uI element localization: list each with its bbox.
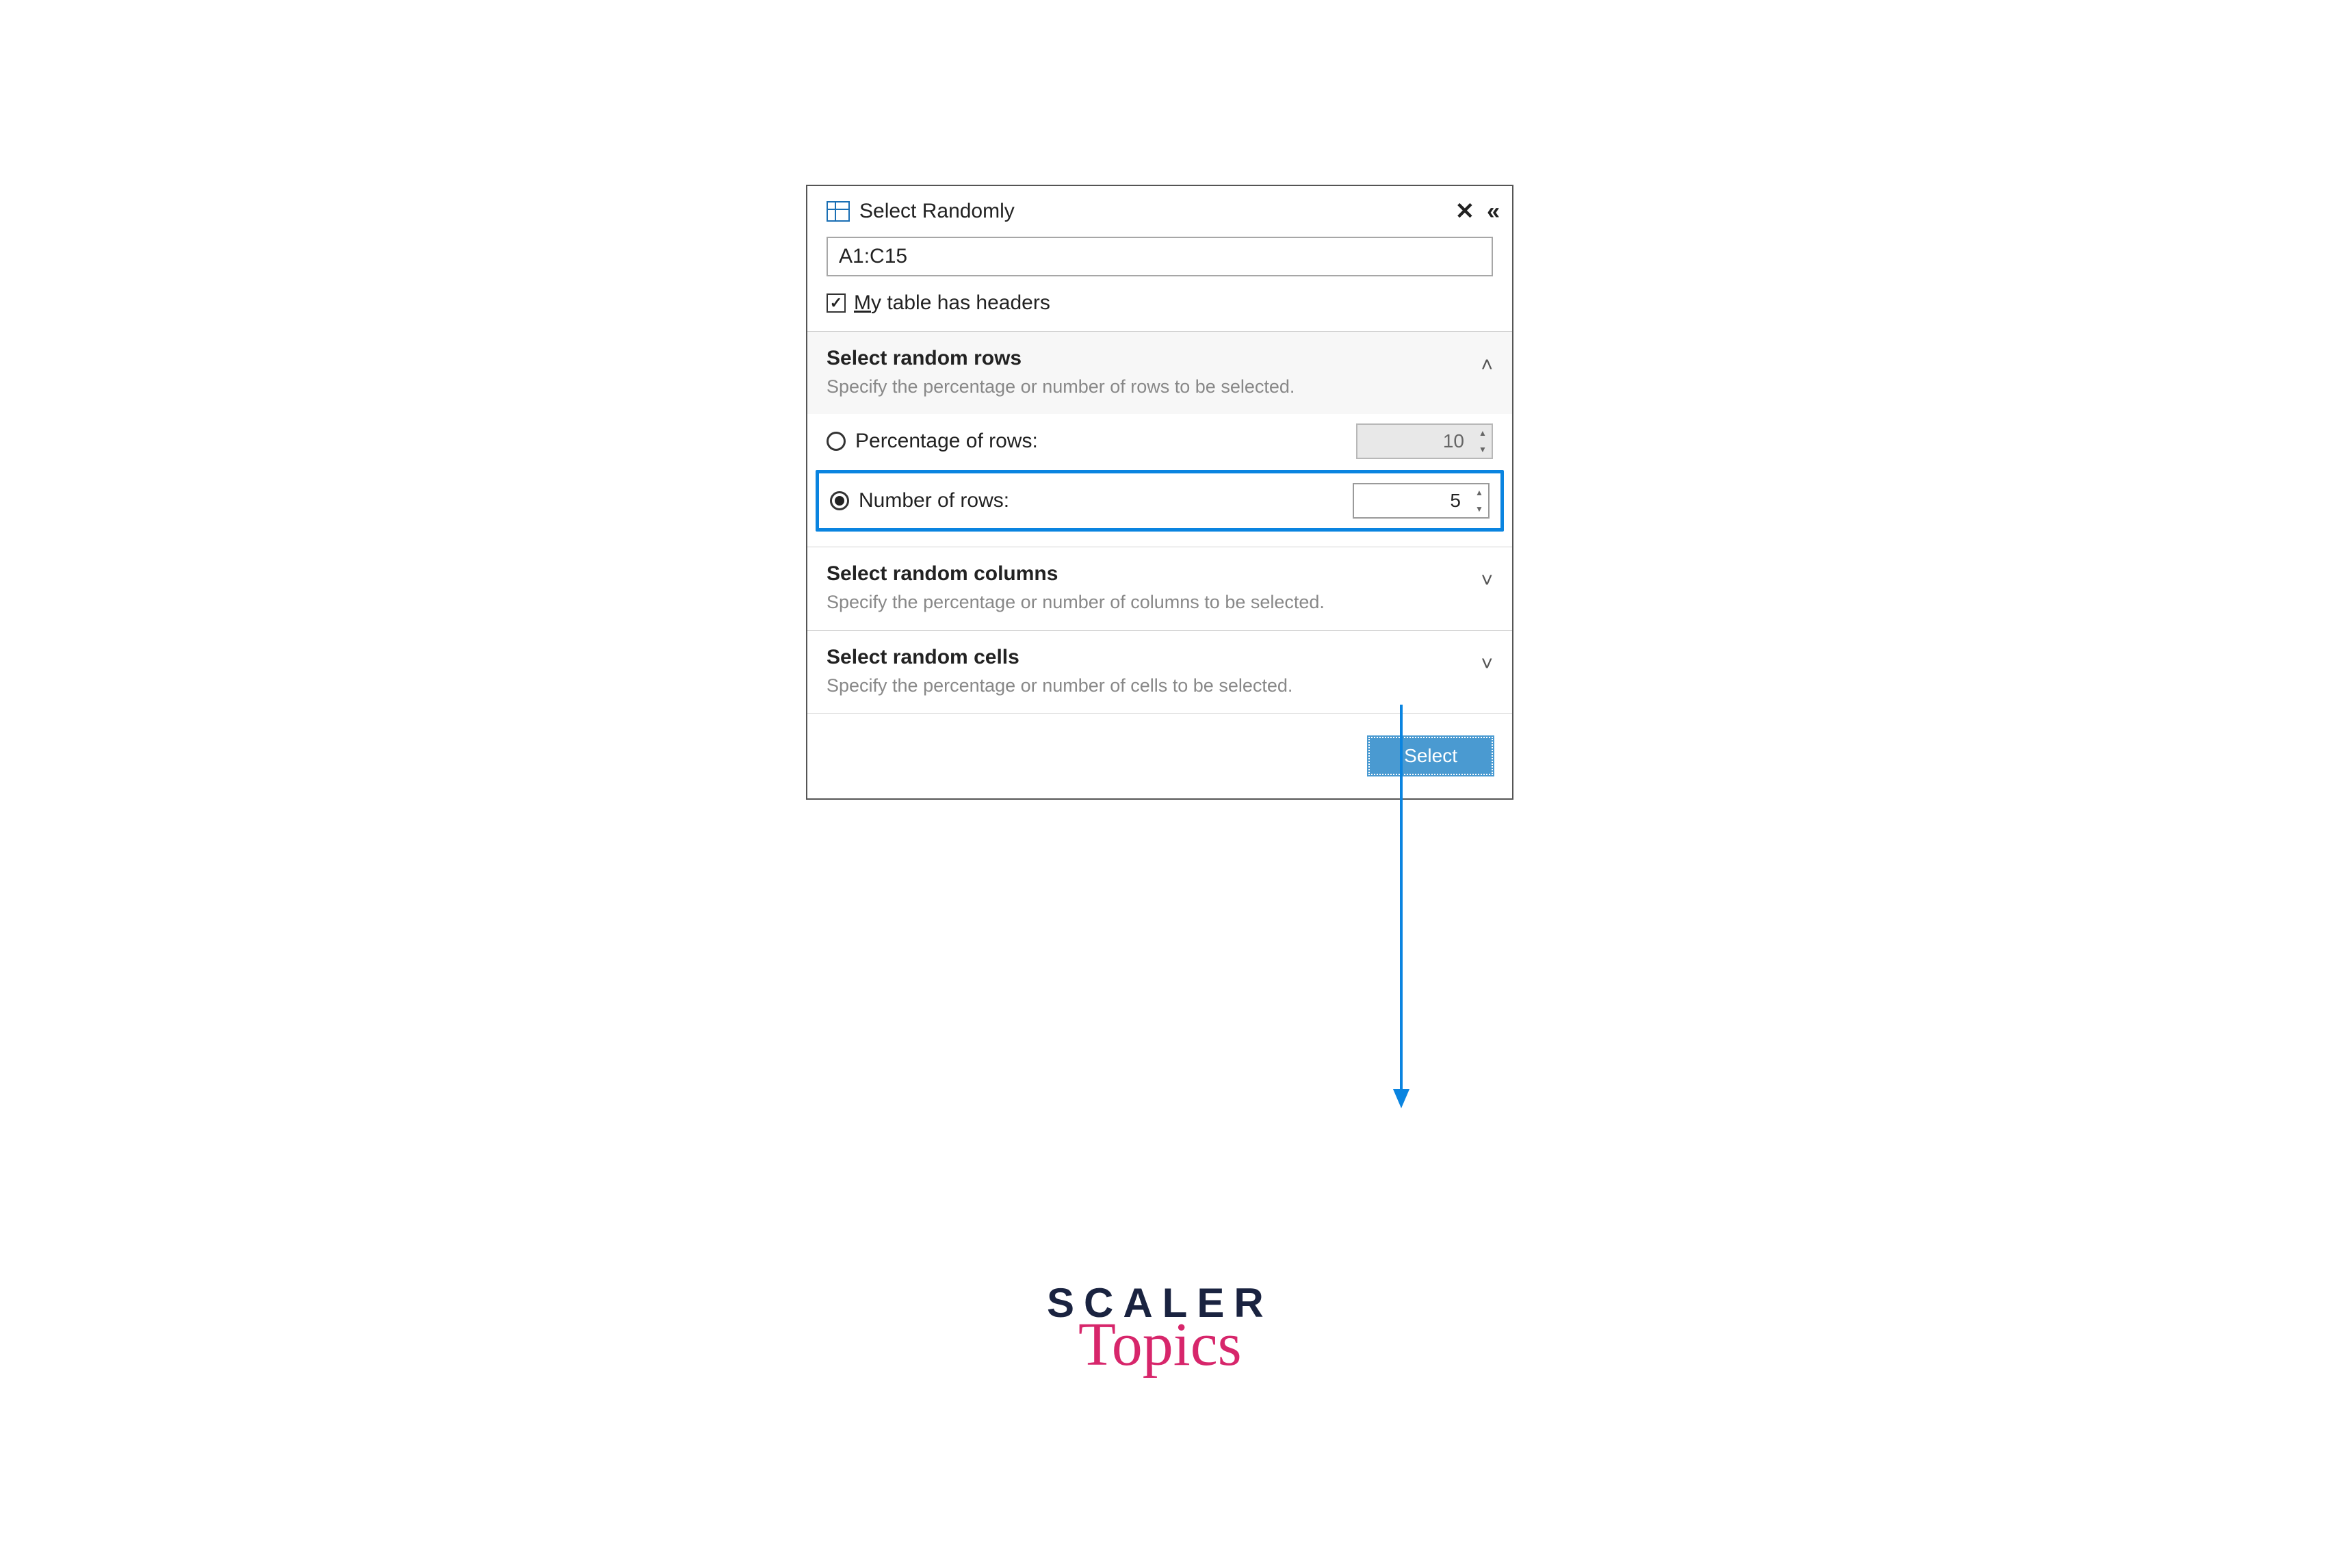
spin-up-icon[interactable]: ▲ <box>1470 484 1488 501</box>
section-rows-desc: Specify the percentage or number of rows… <box>827 374 1333 399</box>
chevron-down-icon[interactable]: ˅ <box>1481 646 1493 676</box>
number-value[interactable]: 5 <box>1354 484 1470 517</box>
percentage-spinner: 10 ▲▼ <box>1356 423 1493 459</box>
section-cells-desc: Specify the percentage or number of cell… <box>827 673 1333 698</box>
headers-checkbox-row[interactable]: My table has headers <box>807 286 1512 332</box>
branding-logo: SCALER Topics <box>1047 1279 1273 1376</box>
section-columns-desc: Specify the percentage or number of colu… <box>827 590 1333 614</box>
rows-options: Percentage of rows: 10 ▲▼ Number of rows… <box>807 414 1512 547</box>
percentage-of-rows-row[interactable]: Percentage of rows: 10 ▲▼ <box>816 414 1504 469</box>
close-icon[interactable]: ✕ <box>1455 200 1475 223</box>
panel-header: Select Randomly ✕ « <box>807 186 1512 233</box>
section-random-rows: Select random rows Specify the percentag… <box>807 332 1512 547</box>
spin-down-icon: ▼ <box>1474 441 1492 458</box>
section-cells-title: Select random cells <box>827 646 1472 669</box>
select-randomly-panel: Select Randomly ✕ « My table has headers… <box>806 185 1513 800</box>
section-columns-header[interactable]: Select random columns Specify the percen… <box>807 547 1512 629</box>
panel-title: Select Randomly <box>859 200 1455 223</box>
range-input[interactable] <box>827 237 1493 276</box>
section-rows-header[interactable]: Select random rows Specify the percentag… <box>807 332 1512 414</box>
select-button[interactable]: Select <box>1368 737 1493 775</box>
spin-down-icon[interactable]: ▼ <box>1470 501 1488 517</box>
header-icons: ✕ « <box>1455 200 1493 223</box>
spin-up-icon: ▲ <box>1474 425 1492 441</box>
number-of-rows-row[interactable]: Number of rows: 5 ▲▼ <box>816 470 1504 532</box>
chevron-up-icon[interactable]: ˄ <box>1481 347 1493 377</box>
number-spinner[interactable]: 5 ▲▼ <box>1353 483 1490 519</box>
grid-icon <box>827 201 850 222</box>
section-random-cells: Select random cells Specify the percenta… <box>807 631 1512 714</box>
radio-number[interactable] <box>830 491 849 510</box>
section-random-columns: Select random columns Specify the percen… <box>807 547 1512 630</box>
section-cells-header[interactable]: Select random cells Specify the percenta… <box>807 631 1512 713</box>
percentage-value: 10 <box>1357 425 1474 458</box>
radio-percentage[interactable] <box>827 432 846 451</box>
percentage-spinner-buttons: ▲▼ <box>1474 425 1492 458</box>
checkbox-icon[interactable] <box>827 293 846 313</box>
section-columns-title: Select random columns <box>827 562 1472 586</box>
number-spinner-buttons[interactable]: ▲▼ <box>1470 484 1488 517</box>
range-row <box>807 233 1512 286</box>
percentage-label: Percentage of rows: <box>855 430 1347 453</box>
chevron-down-icon[interactable]: ˅ <box>1481 562 1493 592</box>
panel-footer: Select <box>807 714 1512 798</box>
brand-line2: Topics <box>1047 1314 1273 1376</box>
section-rows-title: Select random rows <box>827 347 1472 370</box>
collapse-icon[interactable]: « <box>1487 200 1493 223</box>
number-label: Number of rows: <box>859 489 1343 512</box>
headers-checkbox-label: My table has headers <box>854 291 1050 315</box>
